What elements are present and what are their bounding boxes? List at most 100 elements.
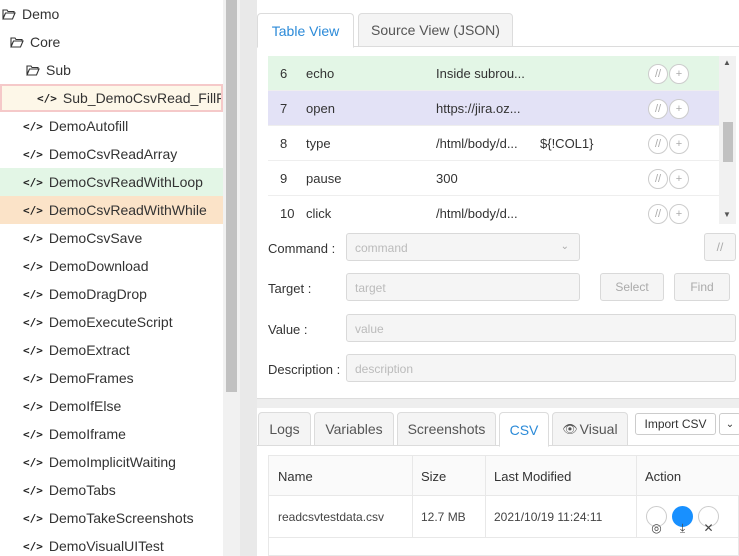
tree-label: DemoIfElse [48,398,122,414]
scrollbar-thumb[interactable] [723,122,733,162]
tree-label: Core [30,34,61,50]
scroll-up-icon[interactable]: ▲ [723,58,731,67]
tree-macro-demodragdrop[interactable]: </> DemoDragDrop [0,280,223,308]
comment-row-button[interactable]: // [648,64,668,84]
comment-toggle-button[interactable]: // [704,233,736,261]
command-table-scrollbar[interactable]: ▲ ▼ [719,56,736,224]
code-icon: </> [23,511,43,525]
col-header-action: Action [645,469,682,484]
tree-macro-demovisualuitest[interactable]: </> DemoVisualUITest [0,532,223,556]
target-placeholder: target [355,281,386,295]
tree-label: DemoTabs [48,482,116,498]
row-command: pause [306,171,342,186]
tree-label: DemoCsvReadArray [48,146,178,162]
tree-macro-demoautofill[interactable]: </> DemoAutofill [0,112,223,140]
delete-button[interactable]: ✕ [698,506,719,535]
table-row: readcsvtestdata.csv 12.7 MB 2021/10/19 1… [269,496,739,538]
add-row-button[interactable]: + [669,134,689,154]
add-row-button[interactable]: + [669,169,689,189]
row-target: /html/body/d... [436,136,518,151]
table-row[interactable]: 8 type /html/body/d... ${!COL1} // + [268,126,719,161]
row-value: ${!COL1} [540,136,594,151]
value-placeholder: value [355,322,384,336]
value-input[interactable]: value [346,314,736,342]
tree-macro-demoframes[interactable]: </> DemoFrames [0,364,223,392]
tab-csv[interactable]: CSV [499,412,549,447]
select-button[interactable]: Select [600,273,664,301]
chevron-down-icon: ⌄ [560,241,569,252]
col-header-size[interactable]: Size [421,469,446,484]
tree-macro-democsvsave[interactable]: </> DemoCsvSave [0,224,223,252]
tab-source-view[interactable]: Source View (JSON) [358,13,513,47]
import-csv-button[interactable]: Import CSV [635,413,716,435]
tree-macro-demoiframe[interactable]: </> DemoIframe [0,420,223,448]
csv-table-header: Name Size Last Modified Action [269,456,739,496]
sidebar-scrollbar[interactable] [223,0,240,556]
tree-macro-demoimplicitwaiting[interactable]: </> DemoImplicitWaiting [0,448,223,476]
pane-splitter[interactable] [240,0,257,556]
editor-tabs: Table View Source View (JSON) [257,13,739,48]
tab-logs[interactable]: Logs [258,412,311,446]
description-input[interactable]: description [346,354,736,382]
col-header-name[interactable]: Name [278,469,313,484]
comment-row-button[interactable]: // [648,169,668,189]
tree-macro-democsvreadwithwhile[interactable]: </> DemoCsvReadWithWhile [0,196,223,224]
macro-editor: Table View Source View (JSON) 6 echo Ins… [257,0,739,556]
row-command: open [306,101,335,116]
code-icon: </> [23,539,43,553]
tree-macro-demoexecutescript[interactable]: </> DemoExecuteScript [0,308,223,336]
row-target: 300 [436,171,458,186]
find-button[interactable]: Find [674,273,730,301]
more-options-button[interactable]: ⌄ [719,413,739,435]
tree-folder-demo[interactable]: Demo [0,0,223,28]
comment-row-button[interactable]: // [648,204,668,224]
tree-macro-demotabs[interactable]: </> DemoTabs [0,476,223,504]
tree-macro-demodownload[interactable]: </> DemoDownload [0,252,223,280]
code-icon: </> [23,287,43,301]
tab-variables[interactable]: Variables [314,412,394,446]
table-row[interactable]: 6 echo Inside subrou... // + [268,56,719,91]
command-select[interactable]: command ⌄ [346,233,580,261]
scroll-down-icon[interactable]: ▼ [723,210,731,219]
csv-file-size: 12.7 MB [421,510,466,524]
comment-row-button[interactable]: // [648,134,668,154]
table-row[interactable]: 10 click /html/body/d... // + [268,196,719,224]
tree-folder-sub[interactable]: Sub [0,56,223,84]
tree-macro-demoifelse[interactable]: </> DemoIfElse [0,392,223,420]
tree-label: DemoExtract [48,342,130,358]
add-row-button[interactable]: + [669,99,689,119]
tree-folder-core[interactable]: Core [0,28,223,56]
tree-macro-demotakescreenshots[interactable]: </> DemoTakeScreenshots [0,504,223,532]
tab-visual[interactable]: 👁 Visual [552,412,628,446]
tree-macro-demoextract[interactable]: </> DemoExtract [0,336,223,364]
code-icon: </> [23,259,43,273]
target-input[interactable]: target [346,273,580,301]
tab-table-view[interactable]: Table View [257,13,354,48]
tree-label: Demo [22,6,60,22]
macro-tree: Demo Core Sub </> Sub_DemoCsvRead_FillFo… [0,0,223,556]
tree-macro-democsvreadarray[interactable]: </> DemoCsvReadArray [0,140,223,168]
add-row-button[interactable]: + [669,64,689,84]
row-target: /html/body/d... [436,206,518,221]
tree-macro-democsvreadwithloop[interactable]: </> DemoCsvReadWithLoop [0,168,223,196]
download-button[interactable]: ⤓ [672,506,693,535]
add-row-button[interactable]: + [669,204,689,224]
scrollbar-thumb[interactable] [226,0,237,392]
code-icon: </> [23,483,43,497]
command-table: 6 echo Inside subrou... // + 7 open http… [268,56,719,224]
panel-resizer[interactable] [257,398,739,408]
code-icon: </> [23,175,43,189]
code-icon: </> [23,315,43,329]
tab-screenshots[interactable]: Screenshots [397,412,496,446]
tree-macro-sub-democsvread-fillform[interactable]: </> Sub_DemoCsvRead_FillForm [0,84,223,112]
view-button[interactable]: ◎ [646,506,667,535]
tree-label: DemoCsvReadWithLoop [48,174,203,190]
col-header-modified[interactable]: Last Modified [494,469,571,484]
description-label: Description : [268,362,341,377]
tree-label: DemoImplicitWaiting [48,454,176,470]
comment-row-button[interactable]: // [648,99,668,119]
table-row[interactable]: 7 open https://jira.oz... // + [268,91,719,126]
eye-icon: ◎ [651,521,662,535]
close-icon: ✕ [703,521,714,535]
table-row[interactable]: 9 pause 300 // + [268,161,719,196]
